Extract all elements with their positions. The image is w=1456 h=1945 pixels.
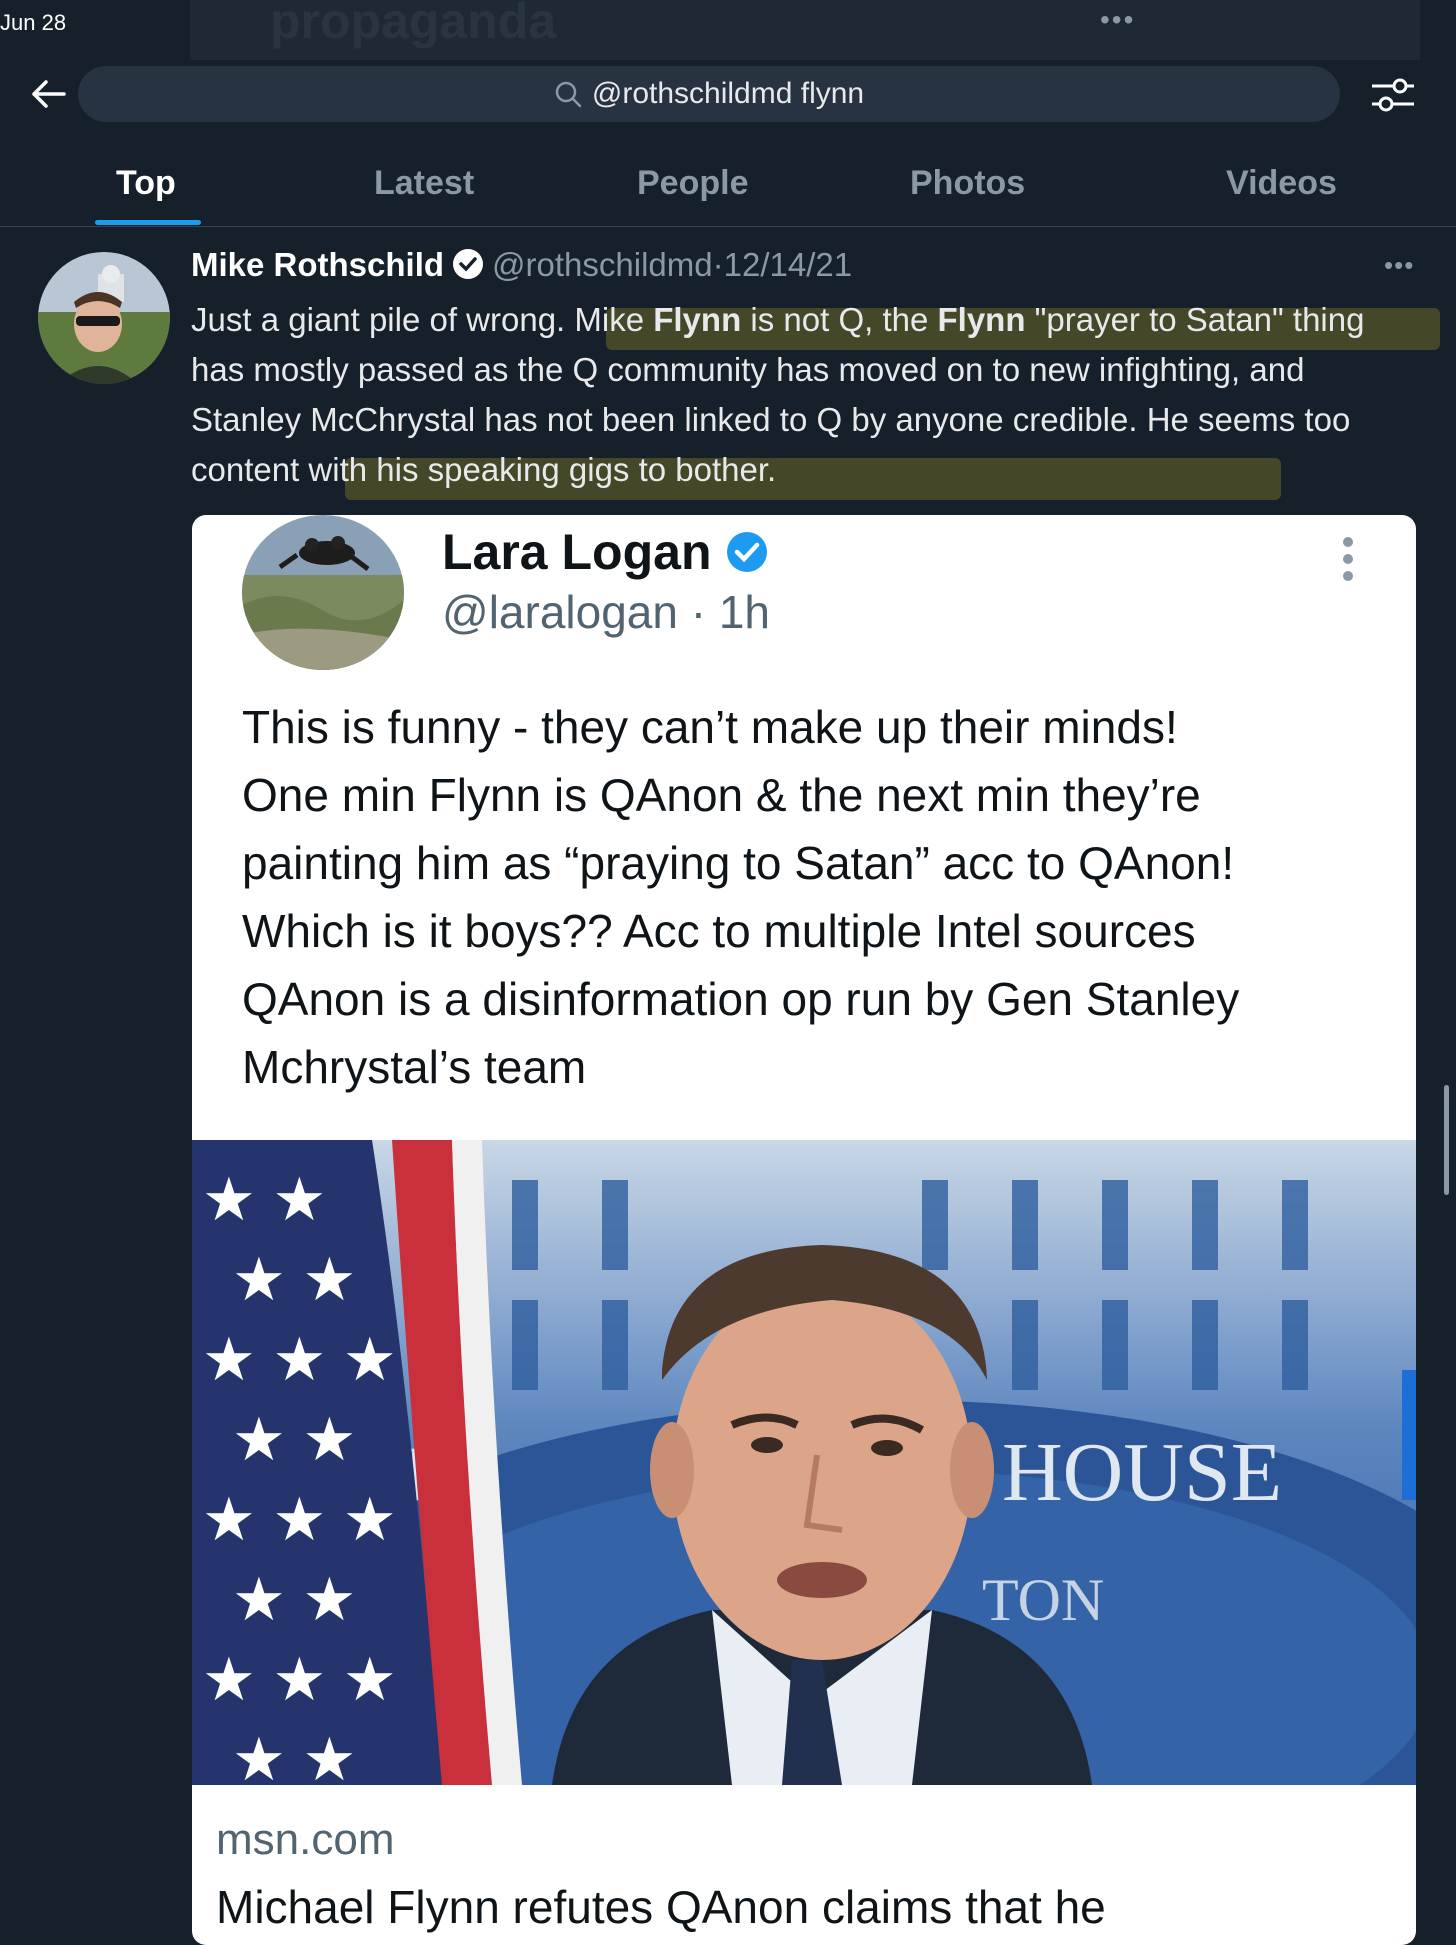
embedded-line: painting him as “praying to Satan” acc t… [242, 837, 1235, 889]
meta-separator: · [712, 246, 724, 283]
search-icon [555, 81, 582, 108]
embedded-tweet-image[interactable]: Lara Logan @laralogan · 1h This is funny… [192, 515, 1416, 1945]
embedded-line: One min Flynn is QAnon & the next min th… [242, 769, 1201, 821]
author-handle[interactable]: @rothschildmd [492, 246, 713, 283]
scrollbar[interactable] [1444, 1085, 1449, 1195]
active-tab-indicator [95, 220, 201, 225]
embedded-line: Mchrystal’s team [242, 1041, 587, 1093]
background-peek: propaganda [190, 0, 1420, 60]
embedded-line: Which is it boys?? Acc to multiple Intel… [242, 905, 1196, 957]
embedded-author-name: Lara Logan [442, 523, 769, 581]
svg-text:★ ★ ★: ★ ★ ★ [202, 1486, 397, 1553]
search-input[interactable]: @rothschildmd flynn [78, 66, 1340, 122]
embedded-line: This is funny - they can’t make up their… [242, 701, 1178, 753]
svg-text:★ ★ ★: ★ ★ ★ [202, 1646, 397, 1713]
tab-photos[interactable]: Photos [910, 164, 1025, 203]
tab-top[interactable]: Top [116, 164, 176, 203]
svg-text:★ ★: ★ ★ [202, 1166, 326, 1233]
back-arrow-icon[interactable] [28, 74, 68, 114]
search-query: @rothschildmd flynn [591, 77, 865, 110]
tweet-text-intro: Just a giant pile of wrong. [191, 301, 575, 338]
tab-videos[interactable]: Videos [1226, 164, 1337, 203]
search-tabs: Top Latest People Photos Videos [0, 148, 1456, 227]
multitask-dots[interactable]: ••• [1100, 4, 1135, 36]
news-photo: HE HOUSE TON ★ ★ ★ ★ ★ ★ ★ ★ ★ ★ ★ ★ ★ ★… [192, 1140, 1416, 1785]
verified-icon [453, 249, 484, 279]
keyword-flynn-2: Flynn [937, 301, 1026, 338]
embedded-menu-icon [1343, 537, 1353, 581]
link-title: Michael Flynn refutes QAnon claims that … [216, 1881, 1106, 1933]
sign-text-bottom: TON [982, 1567, 1104, 1633]
status-date: Jun 28 [0, 10, 67, 35]
tweet-text-a: Mike [574, 301, 654, 338]
filter-icon[interactable] [1370, 74, 1416, 116]
embedded-line: QAnon is a disinformation op run by Gen … [242, 973, 1240, 1025]
svg-text:★ ★: ★ ★ [232, 1566, 356, 1633]
embedded-tweet-text: This is funny - they can’t make up their… [242, 693, 1382, 1101]
more-options-icon[interactable]: ••• [1384, 250, 1414, 281]
svg-text:★ ★: ★ ★ [232, 1246, 356, 1313]
embedded-author-name-text: Lara Logan [442, 524, 712, 580]
embedded-avatar [242, 515, 404, 670]
tweet-date[interactable]: 12/14/21 [724, 246, 852, 283]
tweet-text-b: is not Q, the [741, 301, 938, 338]
tab-latest[interactable]: Latest [374, 164, 474, 203]
link-domain: msn.com [216, 1815, 395, 1864]
svg-text:★ ★: ★ ★ [232, 1406, 356, 1473]
keyword-flynn: Flynn [653, 301, 742, 338]
embedded-handle: @laralogan · 1h [442, 586, 770, 638]
background-peek-text: propaganda [270, 0, 557, 49]
tweet-header: Mike Rothschild @rothschildmd·12/14/21 [191, 246, 852, 284]
author-name[interactable]: Mike Rothschild [191, 246, 444, 283]
tab-people[interactable]: People [637, 164, 748, 203]
tweet-text: Just a giant pile of wrong. Mike Flynn i… [191, 295, 1421, 495]
avatar[interactable] [38, 252, 170, 384]
svg-text:★ ★ ★: ★ ★ ★ [202, 1326, 397, 1393]
embedded-verified-icon [727, 532, 768, 572]
sign-text-right: HOUSE [1002, 1426, 1282, 1519]
svg-text:★ ★: ★ ★ [232, 1726, 356, 1785]
